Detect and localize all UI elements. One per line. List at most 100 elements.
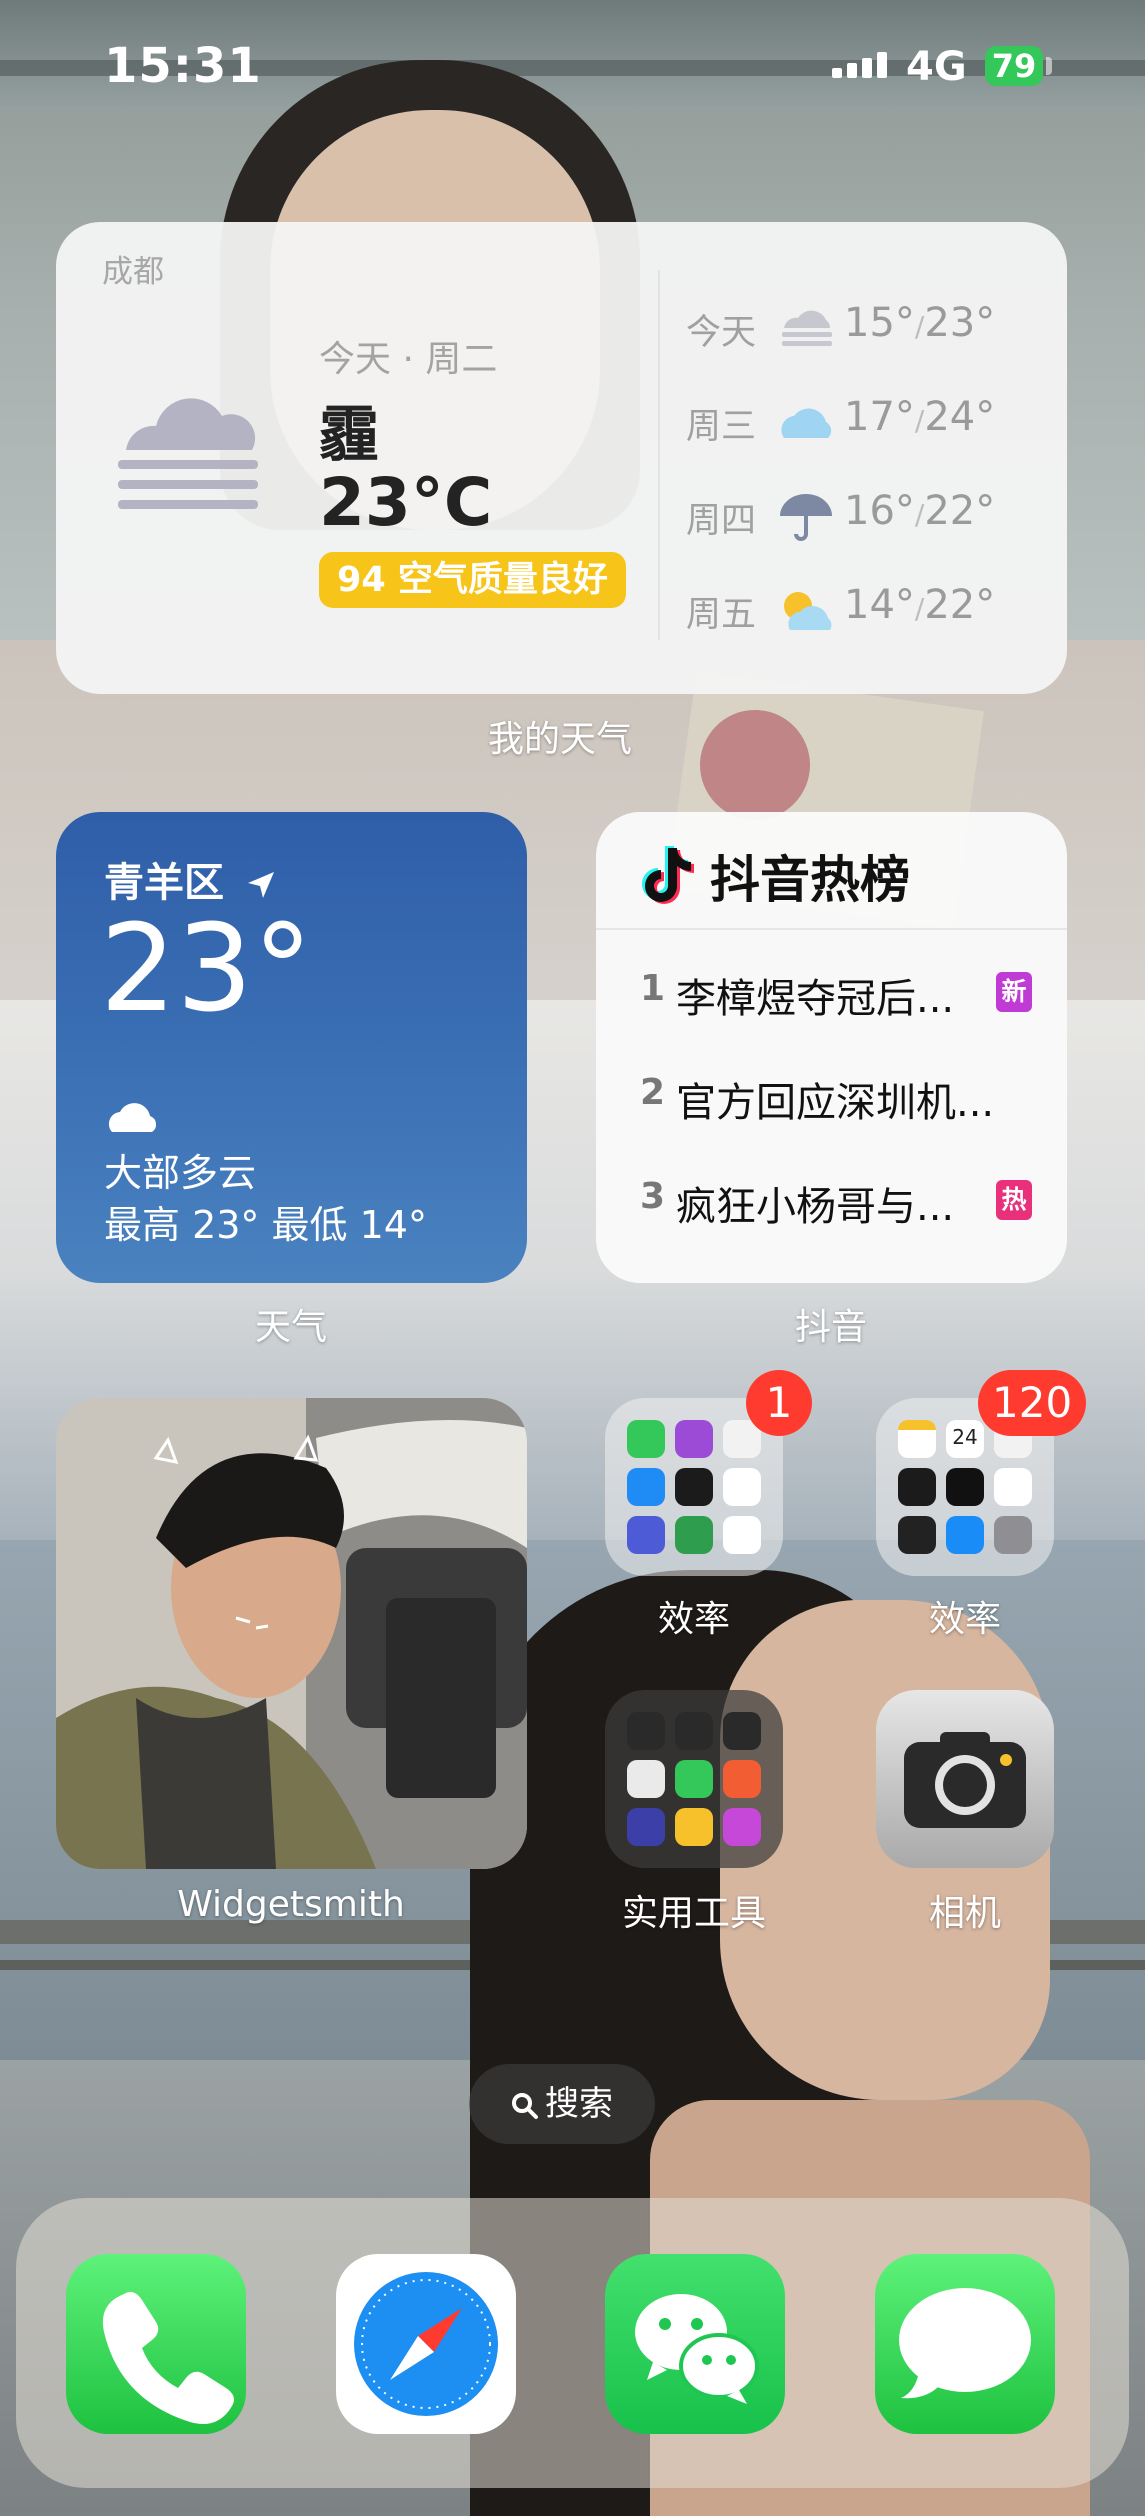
- safari-app[interactable]: [336, 2254, 516, 2434]
- search-label: 搜索: [545, 2084, 613, 2124]
- clock-icon: [898, 1468, 936, 1506]
- folder-label: 效率: [928, 1599, 1001, 1640]
- hot-topic-text: 疯狂小杨哥与...: [676, 1184, 955, 1230]
- aqi-badge: 94 空气质量良好: [319, 552, 626, 608]
- network-type: 4G: [906, 44, 967, 90]
- forecast-day: 周五: [686, 595, 757, 635]
- find-my-icon: [675, 1516, 713, 1554]
- weather-date: 今天 · 周二: [319, 339, 498, 380]
- voice-memos-icon: [627, 1712, 665, 1750]
- camera-icon: [904, 1732, 1026, 1828]
- temperature-range: 最高 23° 最低 14°: [104, 1203, 427, 1247]
- notes-icon: [898, 1420, 936, 1458]
- tips-icon: [675, 1808, 713, 1846]
- safari-icon: [354, 2272, 498, 2416]
- current-temperature: 23°C: [319, 464, 493, 541]
- new-badge: 新: [996, 972, 1032, 1012]
- notification-badge: 1: [746, 1370, 812, 1436]
- slash: /: [914, 310, 925, 343]
- imovie-icon: [627, 1808, 665, 1846]
- shortcuts-icon: [627, 1516, 665, 1554]
- divider: [596, 928, 1067, 930]
- phone-icon: [102, 2292, 234, 2424]
- forecast-temps: 15°/23°: [844, 300, 995, 346]
- status-bar: 15:31 4G 79: [0, 0, 1145, 140]
- forecast-high: 24°: [924, 394, 996, 440]
- search-icon: [512, 2092, 538, 2119]
- haze-icon: [782, 310, 832, 346]
- hot-topic-text: 李樟煜夺冠后...: [676, 976, 955, 1022]
- battery-icon: 79: [985, 46, 1043, 86]
- widget-divider: [658, 270, 660, 640]
- slash: /: [914, 404, 925, 437]
- hot-list-item[interactable]: 1 李樟煜夺冠后... 新: [640, 962, 1050, 1022]
- umbrella-icon: [780, 494, 832, 541]
- weather-city: 成都: [102, 254, 164, 290]
- hot-list-item[interactable]: 2 官方回应深圳机...: [640, 1066, 1050, 1126]
- messages-icon: [899, 2288, 1031, 2399]
- camera-app[interactable]: [876, 1690, 1054, 1868]
- forecast-low: 14°: [844, 582, 915, 628]
- my-weather-label: 我的天气: [487, 719, 632, 760]
- facetime-icon: [627, 1420, 665, 1458]
- folder-label: 效率: [657, 1599, 730, 1640]
- slash: /: [914, 592, 925, 625]
- cloud-icon: [108, 1103, 157, 1132]
- location-arrow-icon: [247, 872, 274, 898]
- garageband-icon: [723, 1760, 761, 1798]
- forecast-high: 22°: [924, 582, 996, 628]
- forecast-row: 今天 15°/23°: [686, 298, 1046, 358]
- search-button[interactable]: 搜索: [469, 2064, 655, 2144]
- haze-icon: [118, 398, 258, 509]
- messages-app[interactable]: [875, 2254, 1055, 2434]
- wechat-app[interactable]: [605, 2254, 785, 2434]
- calendar-icon: 24: [946, 1420, 984, 1458]
- douyin-title: 抖音热榜: [710, 851, 910, 909]
- forecast-row: 周三 17°/24°: [686, 392, 1046, 452]
- weather-widget[interactable]: 青羊区 23° 大部多云 最高 23° 最低 14°: [56, 812, 527, 1283]
- hot-topic-text: 官方回应深圳机...: [676, 1080, 995, 1126]
- files-icon: [723, 1516, 761, 1554]
- cellular-signal-icon: [832, 52, 890, 78]
- photo-widget[interactable]: [56, 1398, 527, 1869]
- battery-tip: [1046, 57, 1052, 75]
- rank: 3: [640, 1176, 666, 1217]
- rank: 2: [640, 1072, 666, 1113]
- folder-label: 实用工具: [621, 1893, 766, 1934]
- forecast-row: 周四 16°/22°: [686, 486, 1046, 546]
- mail-icon: [627, 1468, 665, 1506]
- hot-badge: 热: [996, 1180, 1032, 1220]
- current-temperature: 23°: [100, 900, 313, 1039]
- measure-icon: [723, 1712, 761, 1750]
- wallet-icon: [898, 1516, 936, 1554]
- forecast-high: 22°: [924, 488, 996, 534]
- forecast-day: 周四: [686, 501, 757, 541]
- weather-condition: 霾: [319, 400, 379, 470]
- health-icon: [994, 1468, 1032, 1506]
- forecast-temps: 16°/22°: [844, 488, 995, 534]
- dock: [16, 2198, 1129, 2488]
- calculator-icon: [627, 1760, 665, 1798]
- numbers-icon: [675, 1760, 713, 1798]
- app-store-icon: [946, 1516, 984, 1554]
- hot-list-item[interactable]: 3 疯狂小杨哥与... 热: [640, 1170, 1050, 1230]
- forecast-low: 16°: [844, 488, 915, 534]
- weather-condition: 大部多云: [104, 1151, 257, 1195]
- forecast-low: 15°: [844, 300, 915, 346]
- forecast-high: 23°: [924, 300, 996, 346]
- itunes-store-icon: [723, 1808, 761, 1846]
- douyin-hot-widget[interactable]: 抖音热榜 1 李樟煜夺冠后... 新 2 官方回应深圳机... 3 疯狂小杨哥与…: [596, 812, 1067, 1283]
- slash: /: [914, 498, 925, 531]
- notification-badge: 120: [978, 1370, 1087, 1436]
- home-icon: [723, 1468, 761, 1506]
- phone-app[interactable]: [66, 2254, 246, 2434]
- rank: 1: [640, 968, 666, 1009]
- cloud-icon: [781, 408, 832, 438]
- my-weather-widget[interactable]: 成都 今天 · 周二 霾 23°C 94 空气质量良好 今天 15°/23° 周…: [56, 222, 1067, 694]
- utilities-folder[interactable]: [605, 1690, 783, 1868]
- clock: 15:31: [104, 38, 262, 94]
- wechat-icon: [635, 2294, 759, 2404]
- forecast-temps: 14°/22°: [844, 582, 995, 628]
- forecast-row: 周五 14°/22°: [686, 580, 1046, 640]
- compass-icon: [675, 1712, 713, 1750]
